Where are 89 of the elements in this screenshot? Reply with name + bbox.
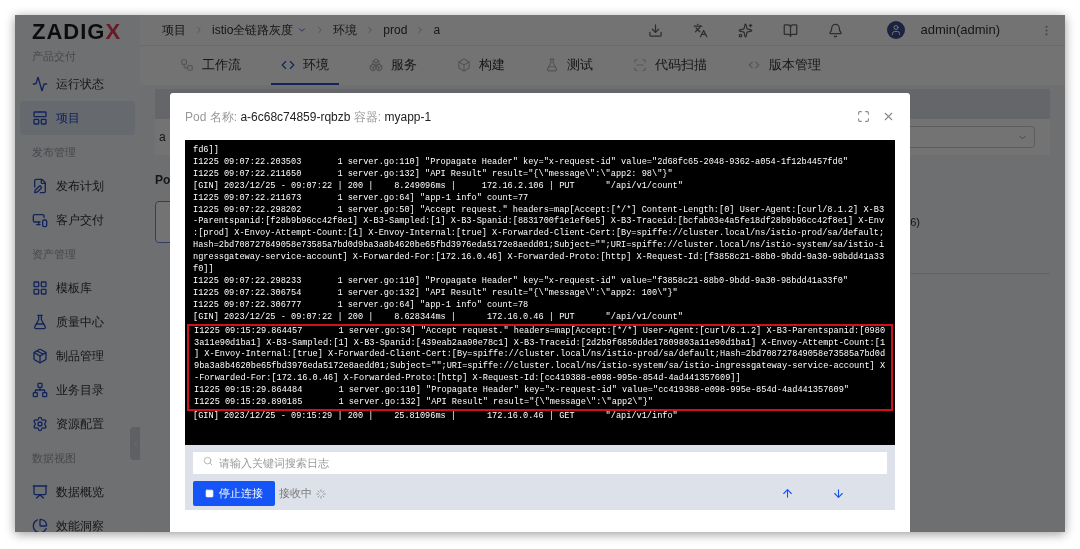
- log-line: Hash=2bd708727849058e73585a7bd0d9ba3a8b4620be65fbd3976eda5172e8aedd01;Subject="";URI=spiffe://cluster.local/ns/istio-system/sa/istio-i: [193, 240, 886, 252]
- flask-icon: [545, 57, 559, 72]
- monitor-icon: [32, 212, 48, 228]
- arrow-down-icon: [832, 487, 845, 500]
- pie-chart-icon: [32, 518, 48, 532]
- log-line: ngressgateway-service-account] X-Forwarded-For:[172.16.0.46] X-Forwarded-Proto:[http] X-Request-Id:[f3858c21-88b0-9bdd-9a30-98bdd41a33: [193, 252, 886, 264]
- sidebar-item[interactable]: 运行状态: [20, 67, 135, 101]
- scroll-up-button[interactable]: [781, 487, 794, 500]
- log-line: fd6]]: [193, 145, 220, 157]
- sidebar-item[interactable]: 质量中心: [20, 305, 135, 339]
- breadcrumb-item[interactable]: 项目: [162, 21, 186, 39]
- logo: ZADIGX: [31, 18, 123, 45]
- dialog-title: Pod 名称: a-6c68c74859-rqbzb 容器: myapp-1: [185, 108, 432, 126]
- sidebar-item[interactable]: 数据概览: [20, 475, 135, 509]
- search-icon: [203, 456, 213, 466]
- close-icon[interactable]: [882, 110, 895, 123]
- log-line: I1225 09:07:22.306754 1 server.go:132] "API Result" result="{\"message\":\"app2: 100\"}": [193, 287, 679, 300]
- tab[interactable]: 工作流: [170, 46, 251, 85]
- user-name[interactable]: admin(admin): [920, 20, 1000, 40]
- log-line: I1225 09:15:29.864484 1 server.go:110] "Propagate Header" key="x-request-id" value="cc419388-e098-995e-854d-4ad441357609": [194, 385, 850, 397]
- bell-icon[interactable]: [827, 22, 843, 38]
- section-label: Po: [155, 172, 171, 189]
- tab[interactable]: 测试: [535, 46, 603, 85]
- stop-icon: [205, 489, 214, 498]
- package-icon: [32, 348, 48, 364]
- table-cell-text: a: [159, 129, 166, 146]
- log-line: I1225 09:07:22.211650 1 server.go:132] "API Result" result="{\"message\":\"app2: 98\"}": [193, 168, 674, 181]
- dropdown-icon: [297, 25, 308, 35]
- stop-button[interactable]: 停止连接: [193, 481, 275, 506]
- arrow-up-icon: [781, 487, 794, 500]
- tab[interactable]: 代码扫描: [623, 46, 717, 85]
- log-line: [GIN] 2023/12/25 - 09:07:22 | 200 | 8.628344ms | 172.16.0.46 | PUT "/api/v1/count": [193, 311, 684, 324]
- breadcrumb-item[interactable]: 环境: [333, 21, 358, 39]
- side-text: 6): [910, 214, 920, 230]
- scroll-down-button[interactable]: [832, 487, 845, 500]
- log-line: I1225 09:07:22.306777 1 server.go:64] "app-1 info" count=78: [193, 299, 530, 312]
- log-line: I1225 09:15:29.864457 1 server.go:34] "Accept request." headers=map[Accept:[*/*] User-Agent:[curl/8.1.2] X-B3-Parentspanid:[0980: [194, 325, 886, 338]
- grid-icon: [32, 280, 48, 296]
- tab[interactable]: 环境: [271, 46, 339, 85]
- separator-icon: [194, 25, 204, 35]
- log-line: [GIN] 2023/12/25 - 09:15:29 | 200 | 25.81096ms | 172.16.0.46 | GET "/api/v1/info": [193, 410, 679, 423]
- breadcrumb-item[interactable]: prod: [383, 21, 408, 39]
- flask-icon: [32, 314, 48, 330]
- sidebar-item[interactable]: 发布计划: [20, 169, 135, 203]
- translate-icon[interactable]: [692, 22, 708, 38]
- workflow-icon: [180, 57, 194, 72]
- window-icon: [32, 110, 48, 126]
- boxes-icon: [369, 57, 383, 72]
- user-icon: [889, 24, 902, 36]
- tab[interactable]: 构建: [447, 46, 515, 85]
- log-line: I1225 09:07:22.298233 1 server.go:110] "Propagate Header" key="x-request-id" value="f3858c21-88b0-9bdd-9a30-98bdd41a33f0": [193, 275, 849, 288]
- breadcrumb-item[interactable]: a: [433, 21, 441, 39]
- pulse-icon: [32, 76, 48, 92]
- sidebar-item[interactable]: 业务目录: [20, 373, 135, 407]
- log-line: I1225 09:07:22.298202 1 server.go:50] "Accept request." headers=map[Accept:[*/*] Content-Length:[0] User-Agent:[curl/8.1.2] X-B3: [193, 204, 886, 216]
- log-line: 3a11e90d1ba1] X-B3-Sampled:[1] X-B3-Spanid:[439eab2aa90e78c1] X-B3-Traceid:[2d2b9f6850dde17809803a11e90d1ba1] X-Envoy-Attempt-Count:[1: [194, 337, 886, 349]
- sparkle-icon[interactable]: [737, 22, 753, 38]
- download-icon[interactable]: [647, 22, 663, 38]
- avatar[interactable]: [886, 21, 905, 39]
- log-line: I1225 09:15:29.890185 1 server.go:132] "API Result" result="{\"message\":\"app2\"}": [194, 397, 654, 409]
- sidebar-item[interactable]: 制品管理: [20, 339, 135, 373]
- log-line: I1225 09:07:22.203503 1 server.go:110] "Propagate Header" key="x-request-id" value="2d68fc65-2048-9362-a054-1f12b4457fd6": [193, 156, 849, 169]
- sidebar-item[interactable]: 模板库: [20, 271, 135, 305]
- edit-icon: [32, 178, 48, 194]
- breadcrumb-item[interactable]: istio全链路灰度: [212, 21, 308, 39]
- log-line: :[prod] X-Envoy-Attempt-Count:[1] X-Envoy-Internal:[true] X-Forwarded-Client-Cert:[By=spiffe://cluster.local/ns/istio-prod/sa/default;: [193, 228, 886, 240]
- sidebar-item[interactable]: 效能洞察: [20, 509, 135, 532]
- log-line: I1225 09:07:22.211673 1 server.go:64] "app-1 info" count=77: [193, 192, 530, 205]
- tab[interactable]: 服务: [359, 46, 427, 85]
- spinner-icon: [316, 488, 326, 499]
- log-line: f0]]: [193, 264, 215, 276]
- log-line: 9ba3a8b4620be65fbd3976eda5172e8aedd01;Subject="";URI=spiffe://cluster.local/ns/istio-system/sa/istio-ingressgateway-service-account] X: [194, 361, 886, 373]
- network-icon: [32, 382, 48, 398]
- settings-icon: [32, 416, 48, 432]
- sidebar-item[interactable]: 资源配置: [20, 407, 135, 441]
- sidebar-item[interactable]: 客户交付: [20, 203, 135, 237]
- presentation-icon: [32, 484, 48, 500]
- log-line: [GIN] 2023/12/25 - 09:07:22 | 200 | 8.249096ms | 172.16.2.106 | PUT "/api/v1/count": [193, 180, 684, 193]
- log-line: -Parentspanid:[f28b9b96cc42f8e1] X-B3-Sampled:[1] X-B3-Spanid:[8831700f1e1ef6e5] X-B3-Traceid:[bcfab03e4a5fe18df28b9b96cc42f8e1] X-Env: [193, 216, 886, 228]
- status-text: 接收中: [279, 486, 312, 502]
- book-icon[interactable]: [782, 22, 798, 38]
- log-line: -Forwarded-For:[172.16.0.46] X-Forwarded-Proto:[http] X-Request-Id:[cc419388-e098-995e-854d-4ad441357609]]: [194, 373, 742, 385]
- search-field[interactable]: 请输入关键词搜索日志: [193, 452, 887, 474]
- box-icon: [457, 57, 471, 72]
- scan-icon: [633, 57, 647, 72]
- log-line: ] X-Envoy-Internal:[true] X-Forwarded-Client-Cert:[By=spiffe://cluster.local/ns/istio-prod/sa/default;Hash=2bd708727849058e73585a7bd0d: [194, 349, 886, 361]
- fullscreen-icon[interactable]: [857, 110, 870, 123]
- sidebar-item[interactable]: 项目: [20, 101, 135, 135]
- tab[interactable]: 版本管理: [737, 46, 831, 85]
